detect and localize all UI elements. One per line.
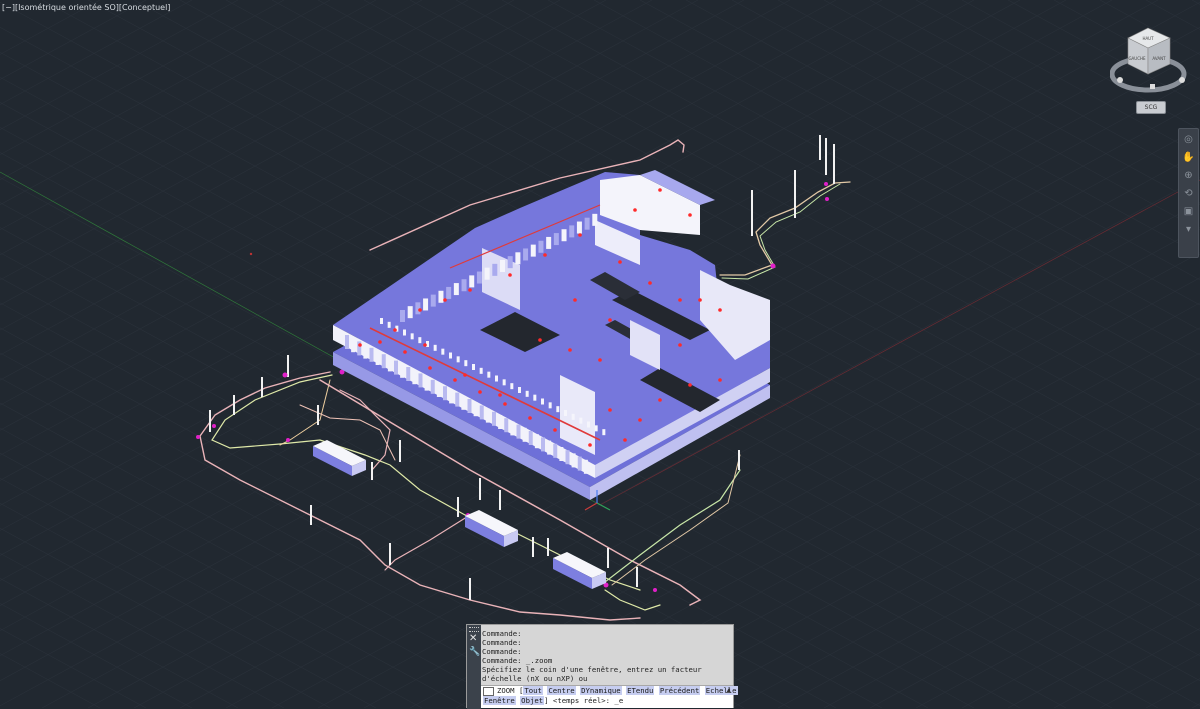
navbar-menu-icon[interactable]: ▾ [1181,222,1196,237]
model-viewport[interactable]: [−][Isométrique orientée SO][Conceptuel]… [0,0,1200,709]
viewcube-left-label: GAUCHE [1128,56,1146,61]
option-centre[interactable]: Centre [547,686,576,695]
compass-south-marker[interactable] [1150,84,1155,89]
option-etendu[interactable]: ETendu [626,686,655,695]
command-prompt-suffix: ] <temps réel>: _e [544,696,624,705]
steering-wheel-icon[interactable]: ◎ [1181,132,1196,147]
close-icon[interactable]: ✕ [469,634,477,644]
command-name: ZOOM [ [497,686,524,695]
command-input[interactable]: ZOOM [Tout Centre DYnamique ETendu Précé… [481,685,738,708]
origin-marker [249,252,253,256]
history-line: Spécifiez le coin d'une fenêtre, entrez … [482,665,702,674]
viewcube[interactable]: HAUT GAUCHE AVANT [1109,22,1190,97]
history-line: Commande: _.zoom [482,656,553,665]
viewcube-front-label: AVANT [1152,56,1166,61]
command-history: Commande: Commande: Commande: Commande: … [482,629,732,683]
drawing-canvas[interactable] [0,0,1200,708]
command-window-handle[interactable]: ✕ 🔧 [467,625,481,709]
option-precedent[interactable]: Précédent [658,686,701,695]
pan-icon[interactable]: ✋ [1181,150,1196,165]
viewcube-top-label: HAUT [1142,36,1154,41]
compass-east-marker[interactable] [1179,77,1185,83]
command-prompt-icon[interactable] [483,686,494,696]
compass-west-marker[interactable] [1117,77,1123,83]
option-dynamique[interactable]: DYnamique [580,686,622,695]
showmotion-icon[interactable]: ▣ [1181,204,1196,219]
navigation-bar: ◎ ✋ ⊕ ⟲ ▣ ▾ [1178,128,1199,258]
history-line: Commande: [482,647,522,656]
customize-wrench-icon[interactable]: 🔧 [469,647,480,657]
history-line: Commande: [482,629,522,638]
history-line: d'échelle (nX ou nXP) ou [482,674,588,683]
command-window[interactable]: ✕ 🔧 Commande: Commande: Commande: Comman… [466,624,738,709]
ucs-menu-button[interactable]: SCG [1136,101,1166,114]
zoom-icon[interactable]: ⊕ [1181,168,1196,183]
option-echelle[interactable]: Echelle [704,686,738,695]
option-tout[interactable]: Tout [523,686,543,695]
orbit-icon[interactable]: ⟲ [1181,186,1196,201]
viewport-controls-label[interactable]: [−][Isométrique orientée SO][Conceptuel] [2,3,170,12]
history-line: Commande: [482,638,522,647]
grip-icon[interactable] [469,627,479,632]
option-objet[interactable]: Objet [520,696,545,705]
history-scroll-up-icon[interactable]: ▲ [726,687,731,694]
option-fenetre[interactable]: Fenêtre [483,696,516,705]
